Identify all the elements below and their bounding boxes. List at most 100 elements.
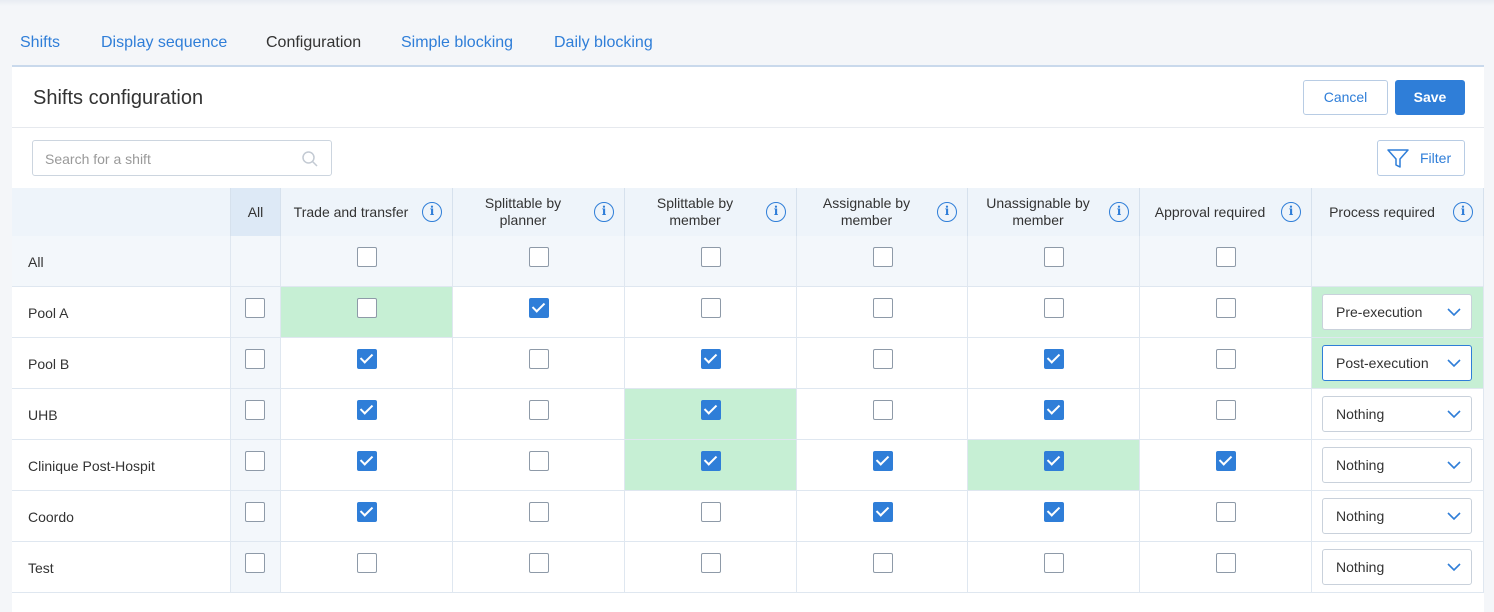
cell-process-required: Nothing <box>1312 542 1484 593</box>
row-select-all-checkbox[interactable] <box>245 349 265 369</box>
checkbox-splittable-by-member[interactable] <box>701 349 721 369</box>
all-column-cell <box>231 287 281 338</box>
checkbox-splittable-by-member[interactable] <box>701 298 721 318</box>
checkbox-splittable-by-planner[interactable] <box>529 553 549 573</box>
checkbox-trade-and-transfer[interactable] <box>357 451 377 471</box>
cell-assignable-by-member <box>797 338 968 389</box>
checkbox-approval-required[interactable] <box>1216 400 1236 420</box>
checkbox-splittable-by-member[interactable] <box>701 502 721 522</box>
tab-daily-blocking[interactable]: Daily blocking <box>554 26 653 68</box>
checkbox-approval-required[interactable] <box>1216 298 1236 318</box>
chevron-down-icon <box>1447 308 1461 317</box>
cell-process-required: Post-execution <box>1312 338 1484 389</box>
tab-configuration[interactable]: Configuration <box>266 26 361 68</box>
table-row-label-cell: Pool B <box>12 338 231 389</box>
checkbox-assignable-by-member[interactable] <box>872 451 893 471</box>
info-icon[interactable]: i <box>594 202 614 222</box>
info-icon[interactable]: i <box>1281 202 1301 222</box>
checkbox-splittable-by-planner[interactable] <box>529 349 549 369</box>
checkbox-splittable-by-member[interactable] <box>701 247 721 267</box>
checkbox-trade-and-transfer[interactable] <box>357 553 377 573</box>
cancel-button[interactable]: Cancel <box>1303 80 1388 115</box>
process-required-select[interactable]: Nothing <box>1322 549 1472 585</box>
checkbox-unassignable-by-member[interactable] <box>1044 247 1064 267</box>
checkbox-splittable-by-member[interactable] <box>701 400 721 420</box>
cell-splittable-by-planner <box>453 287 625 338</box>
cell-splittable-by-member <box>625 389 797 440</box>
checkbox-unassignable-by-member[interactable] <box>1044 553 1064 573</box>
cell-unassignable-by-member <box>968 542 1140 593</box>
checkbox-splittable-by-member[interactable] <box>701 553 721 573</box>
process-required-select[interactable]: Nothing <box>1322 447 1472 483</box>
process-required-select[interactable]: Pre-execution <box>1322 294 1472 330</box>
checkbox-assignable-by-member[interactable] <box>872 349 893 369</box>
info-icon[interactable]: i <box>1453 202 1473 222</box>
info-icon[interactable]: i <box>422 202 442 222</box>
row-label-pool-a: Pool A <box>28 305 69 321</box>
info-icon[interactable]: i <box>937 202 957 222</box>
checkbox-splittable-by-planner[interactable] <box>529 451 549 471</box>
checkbox-trade-and-transfer[interactable] <box>357 349 377 369</box>
cell-assignable-by-member <box>797 287 968 338</box>
checkbox-trade-and-transfer[interactable] <box>357 400 377 420</box>
cell-trade-and-transfer <box>281 440 453 491</box>
checkbox-splittable-by-planner[interactable] <box>529 247 549 267</box>
header-corner <box>12 188 231 236</box>
header-trade-and-transfer: Trade and transfer i <box>281 188 453 236</box>
cell-splittable-by-member <box>625 338 797 389</box>
tab-display-sequence[interactable]: Display sequence <box>101 26 227 68</box>
filter-button[interactable]: Filter <box>1377 140 1465 176</box>
cell-trade-and-transfer <box>281 389 453 440</box>
checkbox-assignable-by-member[interactable] <box>872 298 893 318</box>
checkbox-unassignable-by-member[interactable] <box>1044 349 1064 369</box>
checkbox-trade-and-transfer[interactable] <box>357 502 377 522</box>
checkbox-approval-required[interactable] <box>1216 247 1236 267</box>
checkbox-assignable-by-member[interactable] <box>872 502 893 522</box>
cell-process-required: Nothing <box>1312 389 1484 440</box>
tab-shifts[interactable]: Shifts <box>20 26 60 68</box>
top-band <box>0 0 1494 6</box>
checkbox-splittable-by-planner[interactable] <box>529 298 549 318</box>
search-input[interactable] <box>45 149 295 169</box>
cell-assignable-by-member <box>797 389 968 440</box>
checkbox-unassignable-by-member[interactable] <box>1044 400 1064 420</box>
checkbox-approval-required[interactable] <box>1216 349 1236 369</box>
checkbox-approval-required[interactable] <box>1216 553 1236 573</box>
checkbox-approval-required[interactable] <box>1216 451 1236 471</box>
checkbox-unassignable-by-member[interactable] <box>1044 502 1064 522</box>
cell-approval-required <box>1140 542 1312 593</box>
process-required-select[interactable]: Nothing <box>1322 396 1472 432</box>
checkbox-trade-and-transfer[interactable] <box>357 298 377 318</box>
cell-unassignable-by-member <box>968 236 1140 287</box>
checkbox-splittable-by-member[interactable] <box>701 451 721 471</box>
checkbox-splittable-by-planner[interactable] <box>529 502 549 522</box>
row-select-all-checkbox[interactable] <box>245 400 265 420</box>
page-title: Shifts configuration <box>33 87 204 109</box>
all-column-cell <box>231 542 281 593</box>
checkbox-splittable-by-planner[interactable] <box>529 400 549 420</box>
process-required-select[interactable]: Post-execution <box>1322 345 1472 381</box>
cell-trade-and-transfer <box>281 236 453 287</box>
checkbox-unassignable-by-member[interactable] <box>1044 298 1064 318</box>
save-button[interactable]: Save <box>1395 80 1465 115</box>
all-column-cell <box>231 491 281 542</box>
checkbox-unassignable-by-member[interactable] <box>1044 451 1064 471</box>
tab-simple-blocking[interactable]: Simple blocking <box>401 26 513 68</box>
cell-splittable-by-planner <box>453 236 625 287</box>
checkbox-assignable-by-member[interactable] <box>872 247 893 267</box>
row-select-all-checkbox[interactable] <box>245 553 265 573</box>
cell-process-required: Pre-execution <box>1312 287 1484 338</box>
checkbox-approval-required[interactable] <box>1216 502 1236 522</box>
row-select-all-checkbox[interactable] <box>245 451 265 471</box>
row-select-all-checkbox[interactable] <box>245 502 265 522</box>
cell-process-required: Nothing <box>1312 440 1484 491</box>
checkbox-assignable-by-member[interactable] <box>872 400 893 420</box>
cell-approval-required <box>1140 491 1312 542</box>
checkbox-trade-and-transfer[interactable] <box>357 247 377 267</box>
info-icon[interactable]: i <box>766 202 786 222</box>
cell-approval-required <box>1140 236 1312 287</box>
row-select-all-checkbox[interactable] <box>245 298 265 318</box>
checkbox-assignable-by-member[interactable] <box>872 553 893 573</box>
info-icon[interactable]: i <box>1109 202 1129 222</box>
process-required-select[interactable]: Nothing <box>1322 498 1472 534</box>
